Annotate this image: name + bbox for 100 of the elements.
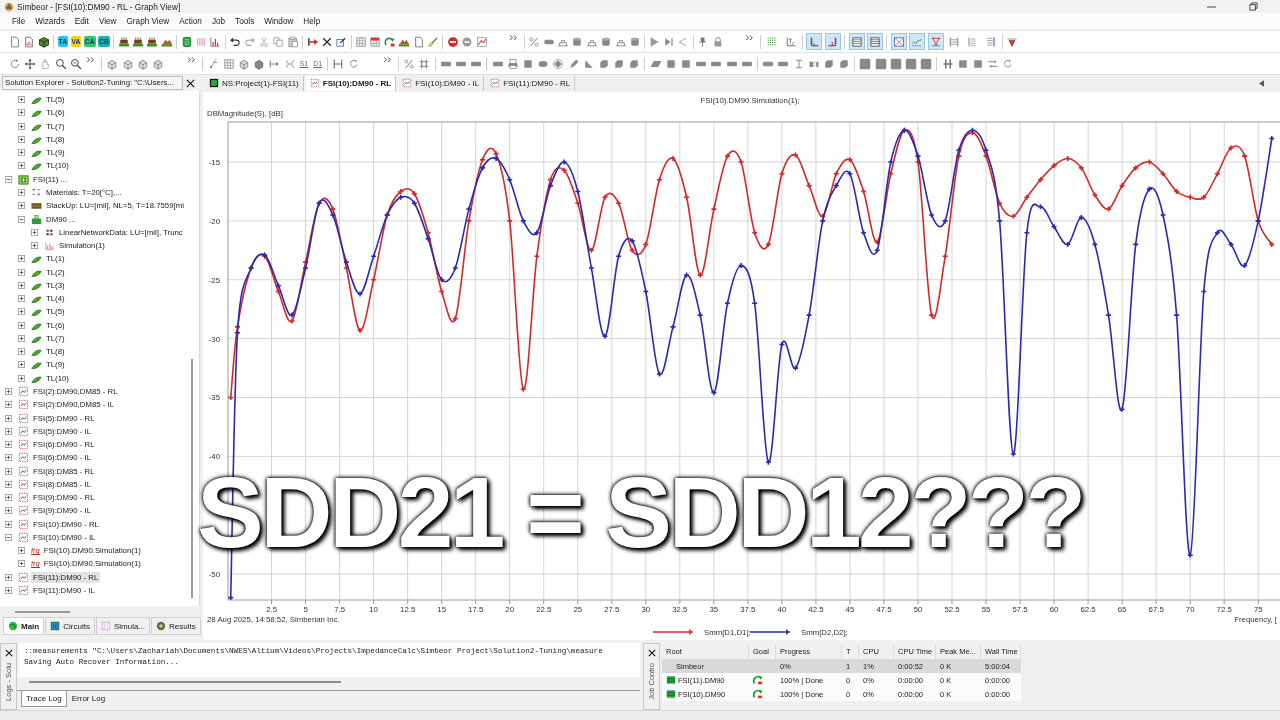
plus-box-icon[interactable] — [18, 334, 25, 342]
plus-box-icon[interactable] — [5, 441, 12, 449]
plus-box-icon[interactable] — [18, 374, 25, 382]
edit-icon[interactable] — [335, 35, 348, 48]
minus-box-icon[interactable] — [5, 175, 12, 183]
panel-tab[interactable]: Main — [3, 617, 45, 635]
document-icon[interactable] — [9, 35, 21, 48]
menu-item[interactable]: Edit — [69, 17, 94, 26]
grid-icon[interactable] — [222, 57, 235, 70]
panel-tab[interactable]: Simula... — [95, 617, 151, 635]
square-icon[interactable] — [920, 57, 933, 70]
toggle-button[interactable] — [927, 33, 944, 50]
square-icon[interactable] — [956, 57, 969, 70]
cylinder-icon[interactable] — [600, 35, 613, 48]
undo-icon[interactable] — [229, 35, 242, 48]
pen-icon[interactable] — [567, 57, 580, 70]
document-tab[interactable]: FSI(11):DM90 - RL — [486, 75, 576, 91]
close-button[interactable] — [3, 648, 14, 658]
menu-item[interactable]: Action — [174, 17, 207, 26]
menu-item[interactable]: View — [93, 17, 122, 26]
square-icon[interactable] — [680, 57, 693, 70]
diamond-icon[interactable] — [552, 57, 565, 70]
shape-icon[interactable] — [838, 57, 851, 70]
split-arrow-icon[interactable] — [268, 57, 281, 70]
square-icon[interactable] — [905, 57, 918, 70]
scrollbar[interactable] — [29, 681, 341, 683]
close-button[interactable] — [185, 77, 196, 89]
plus-box-icon[interactable] — [18, 189, 25, 196]
plus-box-icon[interactable] — [18, 308, 25, 316]
arrow-left-icon[interactable] — [1259, 79, 1264, 87]
stop-icon[interactable] — [446, 35, 459, 48]
brush-icon[interactable] — [427, 35, 440, 48]
square-icon[interactable] — [180, 35, 193, 48]
shape-icon[interactable] — [613, 57, 626, 70]
plus-box-icon[interactable] — [18, 560, 25, 568]
percent-icon[interactable] — [528, 35, 541, 48]
cross-icon[interactable] — [320, 35, 333, 48]
plus-box-icon[interactable] — [5, 494, 12, 502]
plus-box-icon[interactable] — [31, 242, 38, 250]
toggle-button[interactable] — [806, 33, 823, 50]
cylinder-icon[interactable] — [628, 35, 641, 48]
square-icon[interactable] — [874, 57, 887, 70]
close-button[interactable] — [646, 648, 657, 658]
plus-box-icon[interactable] — [18, 149, 25, 157]
log-tab[interactable]: Trace Log — [21, 690, 67, 707]
chevrons-icon[interactable] — [84, 56, 97, 64]
line-chart-icon[interactable] — [475, 35, 488, 48]
panel-tab[interactable]: Results — [151, 617, 201, 635]
minus-box-icon[interactable] — [5, 533, 12, 541]
log-tab[interactable]: Error Log — [66, 690, 111, 707]
document-tab[interactable]: FSI(10):DM90 - RL — [305, 75, 397, 91]
layers-icon[interactable] — [117, 35, 130, 48]
flag-icon[interactable] — [648, 35, 661, 48]
grid-icon[interactable] — [941, 57, 954, 70]
cross-lines-icon[interactable] — [283, 57, 296, 70]
layers-icon[interactable] — [146, 35, 159, 48]
magnifier-icon[interactable] — [54, 57, 67, 70]
rotate-icon[interactable] — [347, 57, 360, 70]
plus-box-icon[interactable] — [5, 414, 12, 422]
rotate-icon[interactable] — [9, 57, 21, 70]
restore-button[interactable] — [1247, 1, 1260, 12]
toggle-button[interactable] — [909, 33, 926, 50]
marker-icon[interactable] — [1006, 35, 1019, 48]
cylinder-icon[interactable] — [571, 35, 584, 48]
menu-item[interactable]: Help — [298, 17, 326, 26]
plus-box-icon[interactable] — [18, 361, 25, 369]
plus-box-icon[interactable] — [18, 202, 25, 210]
scrollbar[interactable] — [191, 359, 193, 598]
plus-box-icon[interactable] — [18, 135, 25, 143]
triangle-icon[interactable] — [582, 57, 595, 70]
plus-box-icon[interactable] — [18, 268, 25, 276]
toggle-button[interactable] — [848, 33, 865, 50]
toggle-button[interactable] — [866, 33, 883, 50]
document-tab[interactable]: NS:Project(1)-FSI(11) — [205, 75, 304, 91]
plus-box-icon[interactable] — [18, 96, 25, 104]
document-tab[interactable]: FSI(10):DM90 - IL — [398, 75, 485, 91]
curved-arrow-icon[interactable] — [383, 35, 396, 48]
table-icon[interactable] — [369, 35, 382, 48]
plus-box-icon[interactable] — [18, 255, 25, 263]
square-icon[interactable] — [889, 57, 902, 70]
plus-box-icon[interactable] — [18, 281, 25, 289]
node-icon[interactable] — [207, 57, 220, 70]
cube-icon[interactable] — [37, 35, 50, 48]
shape-icon[interactable] — [822, 57, 835, 70]
menu-item[interactable]: Graph View — [121, 17, 175, 26]
shape-icon[interactable] — [597, 57, 610, 70]
plus-box-icon[interactable] — [5, 507, 12, 515]
square-icon[interactable] — [971, 57, 984, 70]
square-icon[interactable] — [859, 57, 872, 70]
toggle-button[interactable] — [890, 33, 907, 50]
percent-icon[interactable] — [403, 57, 416, 70]
plus-box-icon[interactable] — [18, 295, 25, 303]
clipboard-icon[interactable] — [286, 35, 299, 48]
minus-box-icon[interactable] — [18, 215, 25, 223]
layers-icon[interactable] — [132, 35, 145, 48]
zoom-out-icon[interactable] — [69, 57, 82, 70]
plus-box-icon[interactable] — [18, 348, 25, 356]
square-icon[interactable] — [664, 57, 677, 70]
width-icon[interactable] — [332, 57, 345, 70]
arrow-icon[interactable] — [306, 35, 319, 48]
